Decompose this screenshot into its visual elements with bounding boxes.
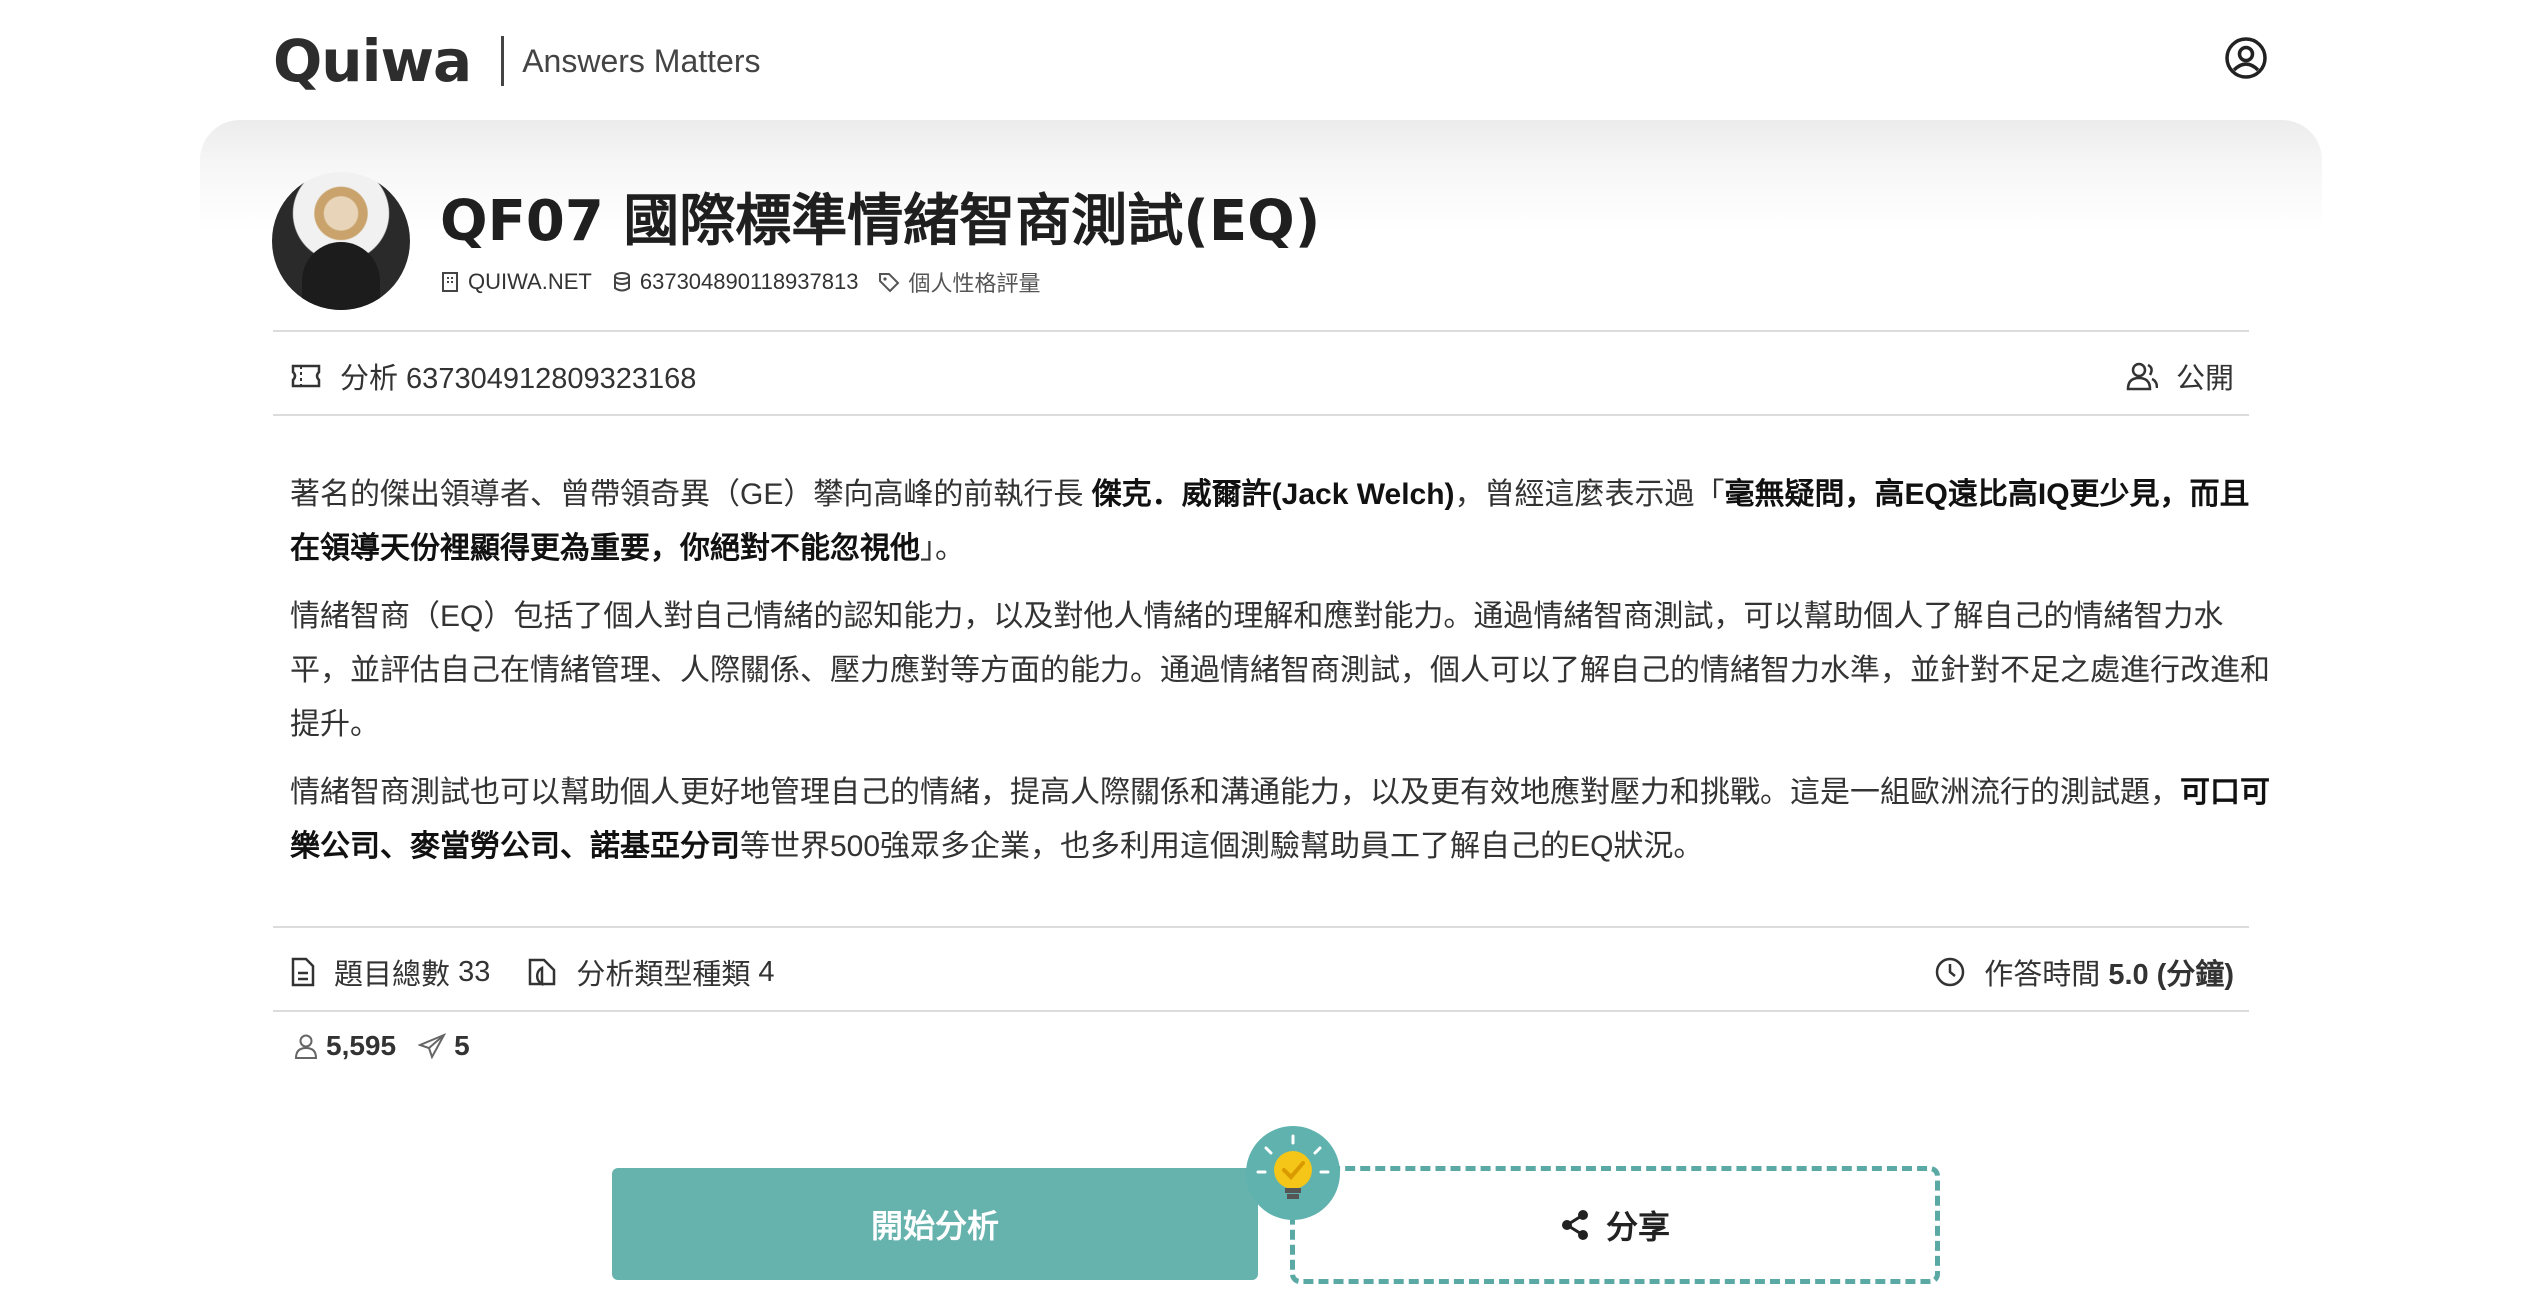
visibility-label: 公開 bbox=[2175, 363, 2234, 395]
logo-divider bbox=[501, 36, 505, 86]
logo-text: Quiwa bbox=[273, 27, 472, 95]
analysis-types-label: 分析類型種類 bbox=[576, 959, 751, 991]
duration-label: 作答時間 bbox=[1984, 959, 2101, 991]
user-circle-icon bbox=[2225, 37, 2267, 79]
quiz-info-bar: 題目總數 33 分析類型種類 4 作答時間 5.0 (分鐘) bbox=[290, 944, 2250, 1000]
ticket-icon bbox=[291, 364, 321, 388]
description-paragraph: 情緒智商測試也可以幫助個人更好地管理自己的情緒，提高人際關係和溝通能力，以及更有… bbox=[290, 776, 2270, 863]
shares-count: 5 bbox=[418, 1030, 470, 1062]
logo[interactable]: Quiwa Answers Matters bbox=[273, 26, 760, 96]
document-icon bbox=[291, 957, 315, 987]
page-title: QF07 國際標準情緒智商測試(EQ) bbox=[440, 189, 1321, 254]
clock-icon bbox=[1935, 957, 1965, 987]
participants-count: 5,595 bbox=[294, 1030, 396, 1062]
analysis-types-value: 4 bbox=[758, 955, 775, 988]
analysis-id: 分析 637304912809323168 bbox=[340, 363, 697, 395]
tag-icon bbox=[879, 273, 900, 293]
divider bbox=[273, 926, 2249, 928]
share-label: 分享 bbox=[1605, 1209, 1670, 1245]
start-analysis-button[interactable]: 開始分析 bbox=[612, 1168, 1258, 1280]
users-icon bbox=[2126, 362, 2158, 391]
question-count-value: 33 bbox=[458, 955, 491, 988]
stats-bar: 5,595 5 bbox=[294, 1030, 492, 1062]
share-icon bbox=[1561, 1210, 1588, 1240]
category-tag[interactable]: 個人性格評量 bbox=[878, 266, 1040, 298]
quiz-description: 著名的傑出領導者、曾帶領奇異（GE）攀向高峰的前執行長 傑克．威爾許(Jack … bbox=[290, 468, 2270, 888]
quiz-id-value: 637304890118937813 bbox=[639, 269, 859, 294]
divider bbox=[273, 1010, 2249, 1012]
site-link[interactable]: QUIWA.NET bbox=[440, 269, 592, 295]
avatar bbox=[272, 172, 410, 310]
share-button[interactable]: 分享 bbox=[1290, 1166, 1940, 1284]
analysis-bar: 分析 637304912809323168 公開 bbox=[290, 348, 2250, 404]
logo-tagline: Answers Matters bbox=[522, 42, 761, 79]
divider bbox=[273, 330, 2249, 332]
duration-value: 5.0 (分鐘) bbox=[2108, 959, 2234, 991]
top-bar: Quiwa Answers Matters bbox=[0, 0, 2522, 120]
divider bbox=[273, 414, 2249, 416]
user-account-button[interactable] bbox=[2224, 36, 2268, 80]
user-icon bbox=[294, 1034, 318, 1059]
description-paragraph: 情緒智商（EQ）包括了個人對自己情緒的認知能力，以及對他人情緒的理解和應對能力。… bbox=[290, 600, 2270, 741]
site-name: QUIWA.NET bbox=[468, 269, 592, 294]
quiz-meta: QUIWA.NET 637304890118937813 個人性格評量 bbox=[440, 266, 1060, 298]
visibility-status: 公開 bbox=[2126, 355, 2250, 397]
description-paragraph: 著名的傑出領導者、曾帶領奇異（GE）攀向高峰的前執行長 傑克．威爾許(Jack … bbox=[290, 478, 2250, 565]
category-label: 個人性格評量 bbox=[908, 271, 1041, 296]
lightbulb-icon bbox=[1246, 1126, 1340, 1220]
chart-icon bbox=[529, 958, 556, 987]
question-count-label: 題目總數 bbox=[334, 959, 451, 991]
quiz-id: 637304890118937813 bbox=[612, 269, 859, 295]
building-icon bbox=[442, 272, 458, 292]
send-icon bbox=[418, 1033, 447, 1059]
database-icon bbox=[613, 272, 630, 292]
